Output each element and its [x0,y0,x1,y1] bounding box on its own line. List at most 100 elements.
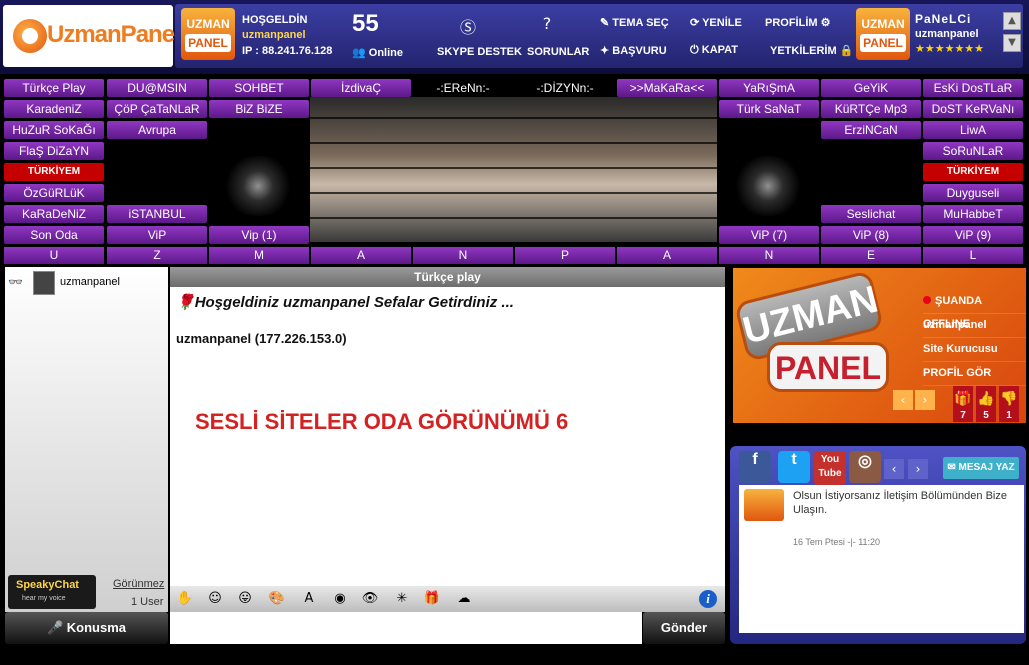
tongue-emoji-icon[interactable]: 😛 [236,590,254,608]
font-icon[interactable]: A [300,590,318,608]
letter-tab[interactable]: Z [107,247,207,264]
room-button[interactable]: -:EReNn:- [413,79,513,97]
twitter-icon[interactable]: t [778,451,810,483]
thumbs-up-icon: 👍 [977,390,995,406]
light-orb [728,156,808,216]
room-button[interactable]: ViP (9) [923,226,1023,244]
room-button[interactable]: DoST KeRVaNı [923,100,1023,118]
room-button[interactable]: KaRaDeNiZ [4,205,104,223]
chevron-right-icon[interactable]: › [908,459,928,479]
letter-tab[interactable]: A [617,247,717,264]
palette-icon[interactable]: 🎨 [268,590,286,608]
gift-icon[interactable]: 🎁 [423,590,441,608]
refresh-button[interactable]: ⟳ YENİLE [690,16,742,29]
facebook-icon[interactable]: f [739,451,771,483]
room-button[interactable]: İzdivaÇ [311,79,411,97]
site-logo[interactable]: UzmanPanel [3,5,181,67]
cloud-upload-icon[interactable]: ☁ [455,590,473,608]
room-button[interactable]: Türk SaNaT [719,100,819,118]
hand-icon[interactable]: ✋ [176,590,194,608]
close-button[interactable]: ⏻ KAPAT [690,44,738,57]
letter-tab[interactable]: A [311,247,411,264]
room-button[interactable]: BiZ BiZE [209,100,309,118]
faq-button[interactable]: SORUNLAR [527,46,589,58]
user-ip-message: uzmanpanel (177.226.153.0) [176,331,347,346]
info-icon[interactable]: i [699,590,717,608]
room-button[interactable]: GeYiK [821,79,921,97]
instagram-icon[interactable]: ◎ [849,451,881,483]
room-button[interactable]: EsKi DosTLaR [923,79,1023,97]
scroll-up-button[interactable]: ▲ [1003,12,1021,30]
gift-counter[interactable]: 🎁 7 [953,386,973,422]
room-button[interactable]: KaradeniZ [4,100,104,118]
room-button[interactable]: HuZuR SoKaĞı [4,121,104,139]
speakychat-logo[interactable]: SpeakyChat hear my voice [8,575,96,609]
skype-support-button[interactable]: SKYPE DESTEK [437,46,522,58]
room-button[interactable]: ErziNCaN [821,121,921,139]
permissions-button[interactable]: YETKİLERİM 🔒 [770,44,853,57]
chevron-right-icon[interactable]: › [915,390,935,410]
room-button[interactable]: SoRuNLaR [923,142,1023,160]
message-input[interactable] [170,612,642,644]
letter-tab[interactable]: P [515,247,615,264]
room-button[interactable]: SOHBET [209,79,309,97]
room-button[interactable]: ÇöP ÇaTaNLaR [107,100,207,118]
chevron-left-icon[interactable]: ‹ [884,459,904,479]
write-message-button[interactable]: ✉ MESAJ YAZ [943,457,1019,479]
question-icon: ? [542,14,552,33]
send-button[interactable]: Gönder [643,612,725,644]
profile-button[interactable]: PROFİLİM ⚙ [765,16,831,29]
online-count: 55 [352,10,379,37]
room-button-turkey-flag[interactable]: TÜRKİYEM [923,163,1023,181]
room-button[interactable]: YaRıŞmA [719,79,819,97]
smiley-icon[interactable]: ☺ [206,590,224,608]
rose-icon: 🌹 [176,294,195,311]
power-icon: ⏻ [690,44,699,56]
theme-button[interactable]: ✎ TEMA SEÇ [600,16,669,29]
room-button[interactable]: -:DİZYNn:- [515,79,615,97]
letter-tab[interactable]: N [413,247,513,264]
room-button[interactable]: Türkçe Play [4,79,104,97]
room-button[interactable]: Seslichat [821,205,921,223]
camera-icon[interactable]: ◉ [331,590,349,608]
room-button[interactable]: ViP (7) [719,226,819,244]
eye-icon[interactable]: 👁 [361,590,379,608]
room-button[interactable]: >>MaKaRa<< [617,79,717,97]
room-button[interactable]: Avrupa [107,121,207,139]
invisible-toggle[interactable]: Görünmez [113,578,164,590]
avatar [33,271,55,295]
youtube-icon[interactable]: You Tube [814,451,846,485]
room-button[interactable]: iSTANBUL [107,205,207,223]
apply-button[interactable]: ✦ BAŞVURU [600,44,667,57]
room-button[interactable]: ViP [107,226,207,244]
chat-messages: 🌹Hoşgeldiniz uzmanpanel Sefalar Getirdin… [170,287,725,586]
chevron-left-icon[interactable]: ‹ [893,390,913,410]
like-counter[interactable]: 👍 5 [976,386,996,422]
gear-icon: ⚙ [820,17,831,29]
letter-tab[interactable]: E [821,247,921,264]
letter-tab[interactable]: N [719,247,819,264]
scroll-down-button[interactable]: ▼ [1003,34,1021,52]
room-button-turkey-flag[interactable]: TÜRKİYEM [4,163,104,181]
online-label: 👥 Online [352,47,403,59]
letter-tab[interactable]: L [923,247,1023,264]
light-orb [218,156,298,216]
top-bar: UzmanPanel UZMAN PANEL HOŞGELDİN uzmanpan… [0,0,1029,74]
room-button[interactable]: Vip (1) [209,226,309,244]
room-button[interactable]: Son Oda [4,226,104,244]
room-button[interactable]: MuHabbeT [923,205,1023,223]
room-button[interactable]: ÖzGüRLüK [4,184,104,202]
room-button[interactable]: Duyguseli [923,184,1023,202]
room-button[interactable]: ViP (8) [821,226,921,244]
dislike-counter[interactable]: 👎 1 [999,386,1019,422]
talk-button[interactable]: 🎤 Konusma [5,612,168,644]
view-profile-link[interactable]: PROFİL GÖR [923,362,1026,386]
room-button[interactable]: DU@MSIN [107,79,207,97]
room-button[interactable]: FlaŞ DiZaYN [4,142,104,160]
room-button[interactable]: LiwA [923,121,1023,139]
user-name: uzmanpanel [60,276,120,288]
settings-icon[interactable]: ✳ [393,590,411,608]
room-button[interactable]: KüRTÇe Mp3 [821,100,921,118]
letter-tab[interactable]: M [209,247,309,264]
letter-tab[interactable]: U [4,247,104,264]
